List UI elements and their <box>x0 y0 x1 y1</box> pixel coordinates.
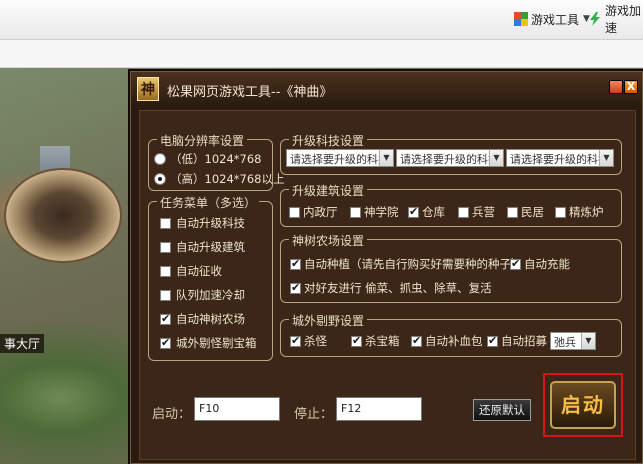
building-checkbox-houses[interactable] <box>507 207 518 218</box>
recruit-unit-value: 弛兵 <box>554 336 576 349</box>
field-label-chests: 杀宝箱 <box>365 334 400 348</box>
app-logo-icon: 神 <box>137 77 159 101</box>
resolution-high-radio[interactable] <box>154 173 166 185</box>
stop-hotkey-label: 停止： <box>294 407 334 422</box>
recruit-unit-select[interactable]: 弛兵 ▼ <box>550 332 596 350</box>
start-hotkey-input[interactable]: F10 <box>194 397 280 421</box>
close-button[interactable]: X <box>624 80 638 94</box>
tech-select-2-value: 请选择要升级的科技 <box>400 153 499 166</box>
building-label-barracks: 兵营 <box>472 205 495 219</box>
lightning-icon <box>588 12 602 26</box>
building-label-hall: 内政厅 <box>303 205 338 219</box>
building-checkbox-warehouse[interactable] <box>408 205 419 218</box>
field-label-auto-heal: 自动补血包 <box>425 334 483 348</box>
game-tools-menu[interactable]: 游戏工具 ▼ <box>514 9 590 29</box>
resolution-high-label: （高）1024*768以上 <box>170 172 285 186</box>
farm-label-friends: 对好友进行 偷菜、抓虫、除草、复活 <box>304 281 492 295</box>
field-group-title: 城外剔野设置 <box>289 312 368 329</box>
task-checkbox-field-chest[interactable] <box>160 336 171 349</box>
resolution-group-title: 电脑分辨率设置 <box>157 132 248 149</box>
start-hotkey-label: 启动： <box>152 407 192 422</box>
colorful-grid-icon <box>514 12 528 26</box>
minimize-button[interactable] <box>609 80 623 94</box>
arena-building[interactable] <box>4 168 122 263</box>
task-label-auto-tech: 自动升级科技 <box>176 216 245 230</box>
task-checkbox-auto-collect[interactable] <box>160 266 171 277</box>
tech-select-2[interactable]: 请选择要升级的科技 ▼ <box>396 149 504 167</box>
task-checkbox-auto-building[interactable] <box>160 242 171 253</box>
dialog-titlebar[interactable]: 神 松果网页游戏工具--《神曲》 X <box>131 72 642 106</box>
game-tools-label: 游戏工具 <box>531 12 580 27</box>
game-boost-label: 游戏加速 <box>605 4 642 35</box>
building-checkbox-hall[interactable] <box>289 207 300 218</box>
reset-defaults-button[interactable]: 还原默认 <box>473 399 531 421</box>
farm-group-title: 神树农场设置 <box>289 232 368 249</box>
building-label-academy: 神学院 <box>364 205 399 219</box>
field-checkbox-kill-monsters[interactable] <box>290 334 301 347</box>
task-menu-title: 任务菜单（多选） <box>157 194 260 211</box>
tech-select-1[interactable]: 请选择要升级的科技 ▼ <box>286 149 394 167</box>
field-checkbox-auto-heal[interactable] <box>411 334 422 347</box>
start-button-highlight: 启动 <box>543 373 623 437</box>
farm-label-auto-charge: 自动充能 <box>524 257 570 271</box>
task-checkbox-tree-farm[interactable] <box>160 312 171 325</box>
field-label-auto-recruit: 自动招募 <box>501 334 547 348</box>
building-label-houses: 民居 <box>521 205 544 219</box>
task-label-field-chest: 城外剔怪剔宝箱 <box>176 336 257 350</box>
building-label-warehouse: 仓库 <box>422 205 445 219</box>
start-button[interactable]: 启动 <box>550 381 616 429</box>
tech-select-1-value: 请选择要升级的科技 <box>290 153 389 166</box>
tech-select-3-value: 请选择要升级的科技 <box>510 153 609 166</box>
resolution-low-radio[interactable] <box>154 153 166 165</box>
chevron-down-icon: ▼ <box>379 150 393 166</box>
hall-label: 事大厅 <box>0 334 45 353</box>
farm-checkbox-auto-plant[interactable] <box>290 257 301 270</box>
field-checkbox-chests[interactable] <box>351 334 362 347</box>
task-checkbox-queue-cooldown[interactable] <box>160 290 171 301</box>
building-group-title: 升级建筑设置 <box>289 182 368 199</box>
task-label-auto-building: 自动升级建筑 <box>176 240 245 254</box>
stop-hotkey-input[interactable]: F12 <box>336 397 422 421</box>
farm-checkbox-friends[interactable] <box>290 281 301 294</box>
chevron-down-icon: ▼ <box>599 150 613 166</box>
task-checkbox-auto-tech[interactable] <box>160 218 171 229</box>
task-label-queue-cooldown: 队列加速冷却 <box>176 288 245 302</box>
dialog-title: 松果网页游戏工具--《神曲》 <box>167 85 333 100</box>
tool-dialog: 神 松果网页游戏工具--《神曲》 X 电脑分辨率设置 （低）1024*768 （… <box>130 71 643 464</box>
chevron-down-icon: ▼ <box>489 150 503 166</box>
building-checkbox-furnace[interactable] <box>555 207 566 218</box>
tech-select-3[interactable]: 请选择要升级的科技 ▼ <box>506 149 614 167</box>
farm-checkbox-auto-charge[interactable] <box>510 257 521 270</box>
building-label-furnace: 精炼炉 <box>569 205 604 219</box>
farm-label-auto-plant: 自动种植（请先自行购买好需要种的种子） <box>304 257 523 271</box>
browser-tab-strip <box>0 40 643 68</box>
chevron-down-icon: ▼ <box>581 333 595 349</box>
dialog-body: 电脑分辨率设置 （低）1024*768 （高）1024*768以上 任务菜单（多… <box>139 110 636 460</box>
building-checkbox-academy[interactable] <box>350 207 361 218</box>
field-checkbox-auto-recruit[interactable] <box>487 334 498 347</box>
tech-group-title: 升级科技设置 <box>289 132 368 149</box>
task-label-auto-collect: 自动征收 <box>176 264 222 278</box>
game-boost-menu[interactable]: 游戏加速 <box>588 4 643 35</box>
browser-toolbar: 游戏工具 ▼ 游戏加速 <box>0 0 643 40</box>
building-checkbox-barracks[interactable] <box>458 207 469 218</box>
resolution-low-label: （低）1024*768 <box>170 152 262 166</box>
field-label-kill-monsters: 杀怪 <box>304 334 327 348</box>
task-label-tree-farm: 自动神树农场 <box>176 312 245 326</box>
